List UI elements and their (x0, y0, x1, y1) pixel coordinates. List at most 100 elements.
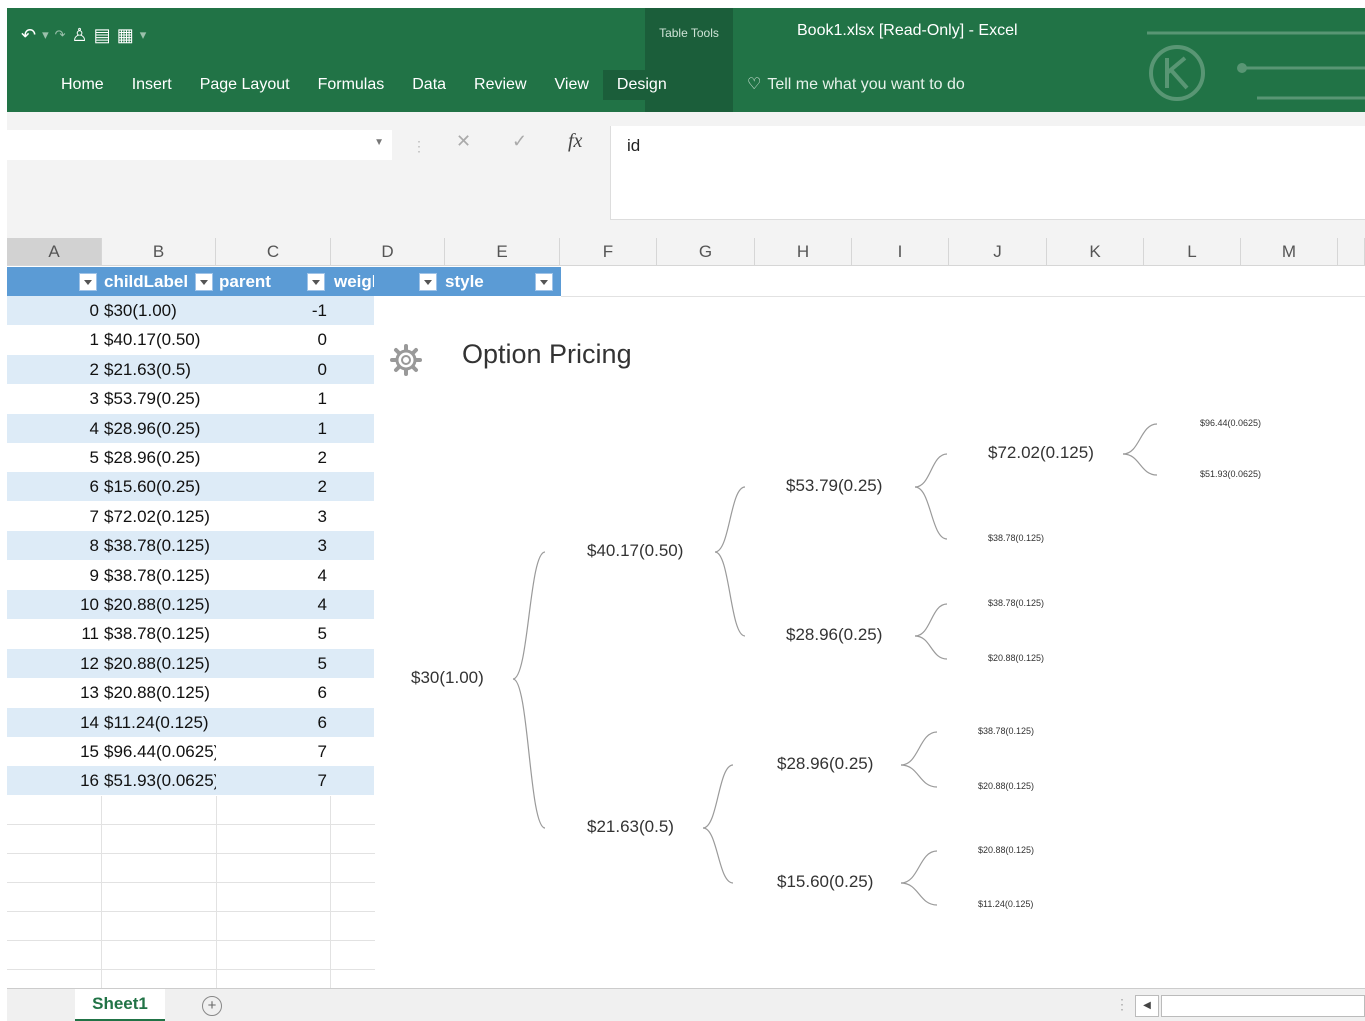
column-header-g[interactable]: G (657, 238, 755, 266)
cell-parent[interactable]: 7 (217, 766, 329, 795)
cell-childlabel[interactable]: $30(1.00) (104, 296, 216, 325)
cell-childlabel[interactable]: $15.60(0.25) (104, 472, 216, 501)
cell-childlabel[interactable]: $20.88(0.125) (104, 678, 216, 707)
cell-id[interactable]: 8 (7, 531, 101, 560)
cell-childlabel[interactable]: $38.78(0.125) (104, 619, 216, 648)
table-row[interactable]: 14 $11.24(0.125) 6 (7, 707, 374, 737)
table-row[interactable]: 13 $20.88(0.125) 6 (7, 678, 374, 708)
cell-parent[interactable]: 4 (217, 561, 329, 590)
tab-formulas[interactable]: Formulas (304, 70, 399, 100)
cell-childlabel[interactable]: $72.02(0.125) (104, 502, 216, 531)
cell-id[interactable]: 14 (7, 708, 101, 737)
add-sheet-button[interactable]: + (202, 996, 222, 1016)
cell-id[interactable]: 4 (7, 414, 101, 443)
sheet-tab-sheet1[interactable]: Sheet1 (75, 989, 165, 1021)
tab-insert[interactable]: Insert (118, 70, 186, 100)
cell-id[interactable]: 13 (7, 678, 101, 707)
cell-childlabel[interactable]: $53.79(0.25) (104, 384, 216, 413)
table-row[interactable]: 10 $20.88(0.125) 4 (7, 590, 374, 619)
cell-id[interactable]: 11 (7, 619, 101, 648)
cell-parent[interactable]: 3 (217, 531, 329, 560)
cell-id[interactable]: 16 (7, 766, 101, 795)
tab-design[interactable]: Design (602, 70, 681, 100)
cell-parent[interactable]: 4 (217, 590, 329, 619)
cell-id[interactable]: 5 (7, 443, 101, 472)
cell-parent[interactable]: 2 (217, 472, 329, 501)
cell-childlabel[interactable]: $38.78(0.125) (104, 531, 216, 560)
cell-id[interactable]: 0 (7, 296, 101, 325)
customize-qat-icon[interactable]: ▾ (140, 27, 147, 43)
column-header-d[interactable]: D (331, 238, 445, 266)
cell-id[interactable]: 2 (7, 355, 101, 384)
cell-childlabel[interactable]: $38.78(0.125) (104, 561, 216, 590)
tell-me-box[interactable]: ♡ Tell me what you want to do (747, 70, 965, 100)
cell-id[interactable]: 3 (7, 384, 101, 413)
table-row[interactable]: 16 $51.93(0.0625) 7 (7, 766, 374, 796)
table-row[interactable]: 4 $28.96(0.25) 1 (7, 413, 374, 443)
chevron-down-icon[interactable]: ▼ (374, 137, 384, 148)
table-row[interactable]: 5 $28.96(0.25) 2 (7, 443, 374, 472)
enter-icon[interactable]: ✓ (512, 131, 527, 152)
cell-id[interactable]: 12 (7, 649, 101, 678)
column-header-c[interactable]: C (216, 238, 331, 266)
filter-dropdown-style[interactable] (535, 273, 553, 291)
column-header-a[interactable]: A (7, 238, 102, 266)
scroll-left-icon[interactable]: ◀ (1135, 995, 1159, 1017)
form-icon[interactable]: ▤ (94, 25, 111, 46)
column-header-l[interactable]: L (1144, 238, 1241, 266)
cell-parent[interactable]: 6 (217, 708, 329, 737)
formula-input[interactable]: id (610, 126, 1365, 220)
cell-id[interactable]: 15 (7, 737, 101, 766)
cell-childlabel[interactable]: $20.88(0.125) (104, 649, 216, 678)
cell-id[interactable]: 7 (7, 502, 101, 531)
cell-id[interactable]: 9 (7, 561, 101, 590)
table-row[interactable]: 15 $96.44(0.0625) 7 (7, 737, 374, 766)
cell-childlabel[interactable]: $40.17(0.50) (104, 325, 216, 354)
column-header-f[interactable]: F (560, 238, 657, 266)
tab-data[interactable]: Data (398, 70, 460, 100)
cell-childlabel[interactable]: $28.96(0.25) (104, 443, 216, 472)
cell-parent[interactable]: 0 (217, 355, 329, 384)
table-row[interactable]: 11 $38.78(0.125) 5 (7, 619, 374, 649)
cell-parent[interactable]: 1 (217, 414, 329, 443)
name-box[interactable]: ▼ (7, 130, 392, 160)
tab-review[interactable]: Review (460, 70, 540, 100)
redo-icon[interactable]: ↷ (55, 27, 66, 43)
column-header-k[interactable]: K (1047, 238, 1144, 266)
cell-parent[interactable]: 2 (217, 443, 329, 472)
undo-icon[interactable]: ↶ (21, 25, 36, 46)
cell-childlabel[interactable]: $96.44(0.0625) (104, 737, 216, 766)
table-row[interactable]: 6 $15.60(0.25) 2 (7, 472, 374, 502)
filter-dropdown-weight[interactable] (419, 273, 437, 291)
column-header-h[interactable]: H (755, 238, 852, 266)
cell-parent[interactable]: 3 (217, 502, 329, 531)
table-row[interactable]: 3 $53.79(0.25) 1 (7, 384, 374, 414)
cell-parent[interactable]: 5 (217, 619, 329, 648)
filter-dropdown-parent[interactable] (307, 273, 325, 291)
table-row[interactable]: 1 $40.17(0.50) 0 (7, 325, 374, 355)
table-row[interactable]: 8 $38.78(0.125) 3 (7, 531, 374, 561)
touch-mode-icon[interactable]: ♙ (72, 25, 88, 46)
cell-parent[interactable]: 5 (217, 649, 329, 678)
column-header-e[interactable]: E (445, 238, 560, 266)
table-row[interactable]: 0 $30(1.00) -1 (7, 296, 374, 325)
cell-id[interactable]: 1 (7, 325, 101, 354)
cell-childlabel[interactable]: $20.88(0.125) (104, 590, 216, 619)
column-header-n[interactable] (1338, 238, 1365, 266)
cell-childlabel[interactable]: $28.96(0.25) (104, 414, 216, 443)
filter-dropdown-childlabel[interactable] (195, 273, 213, 291)
table-row[interactable]: 7 $72.02(0.125) 3 (7, 501, 374, 531)
table-row[interactable]: 12 $20.88(0.125) 5 (7, 648, 374, 678)
cancel-icon[interactable]: ✕ (456, 131, 471, 152)
cell-parent[interactable]: 6 (217, 678, 329, 707)
cell-parent[interactable]: 7 (217, 737, 329, 766)
column-header-b[interactable]: B (102, 238, 216, 266)
chevron-down-icon[interactable]: ▾ (42, 27, 49, 43)
cell-id[interactable]: 6 (7, 472, 101, 501)
table-row[interactable]: 2 $21.63(0.5) 0 (7, 354, 374, 384)
table-row[interactable]: 9 $38.78(0.125) 4 (7, 560, 374, 590)
chart-area[interactable]: Option Pricing $30(1.00) $40.17(0.50) $21.… (375, 307, 1365, 987)
tab-view[interactable]: View (541, 70, 603, 100)
column-header-m[interactable]: M (1241, 238, 1338, 266)
tab-page-layout[interactable]: Page Layout (186, 70, 304, 100)
